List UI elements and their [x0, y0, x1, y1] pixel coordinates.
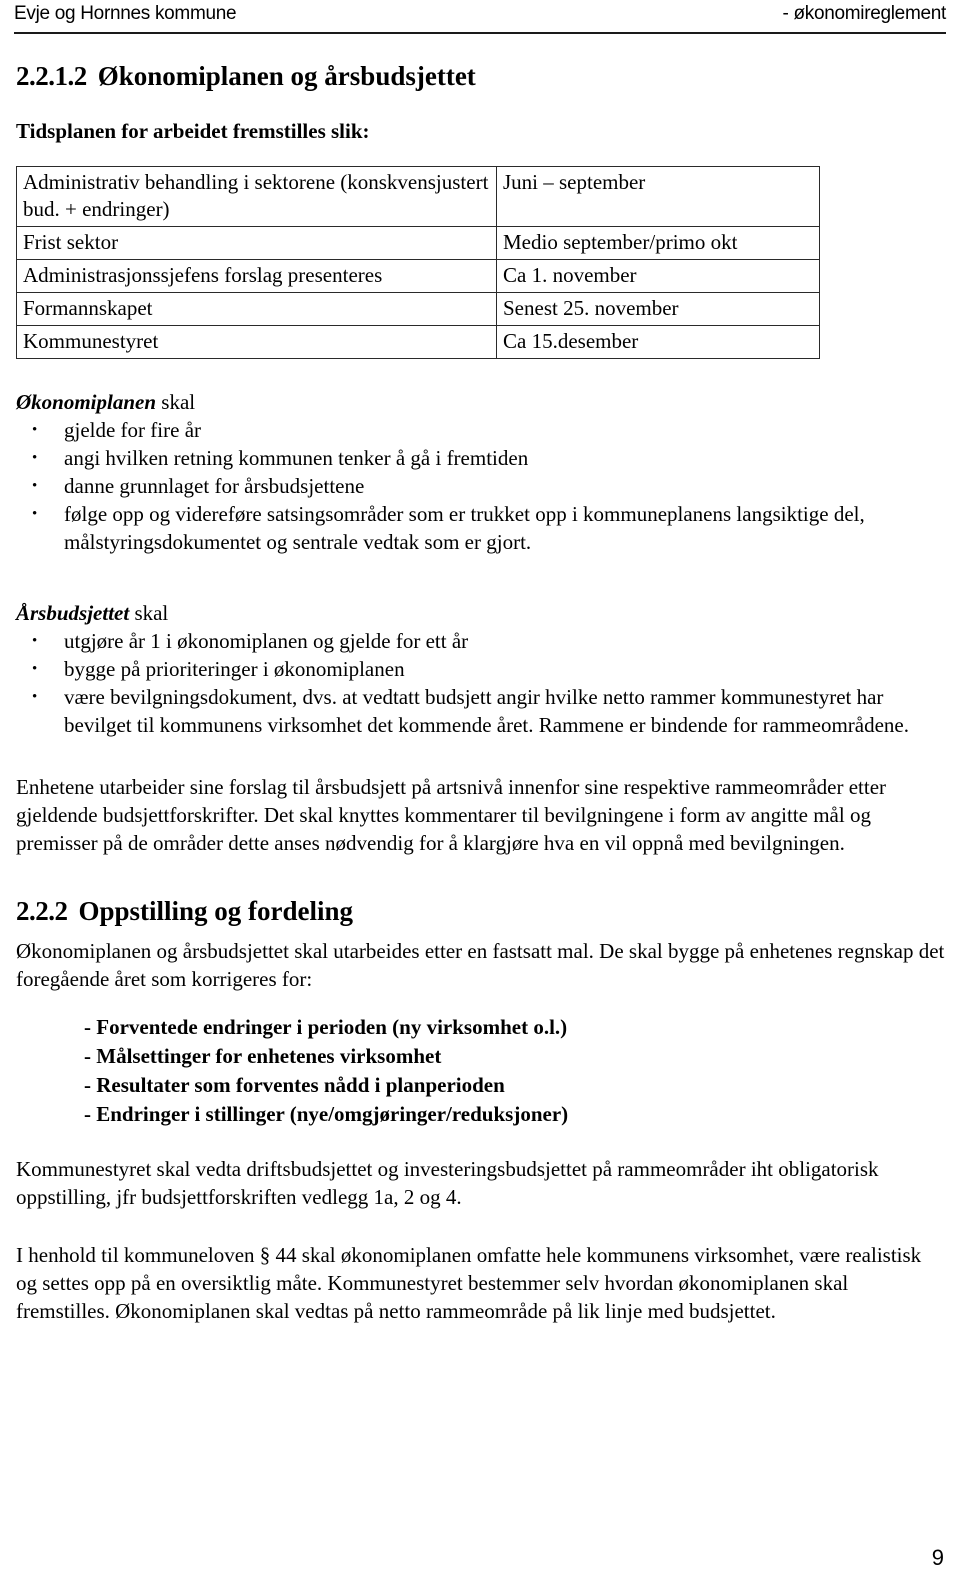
list-item: være bevilgningsdokument, dvs. at vedtat…: [16, 683, 946, 739]
table-row: Formannskapet Senest 25. november: [16, 292, 820, 326]
timetable-time: Senest 25. november: [496, 292, 820, 326]
okonomiplanen-emph: Økonomiplanen: [16, 390, 157, 414]
list-item: gjelde for fire år: [16, 416, 946, 444]
okonomiplanen-list-title: Økonomiplanen skal: [16, 389, 946, 416]
section-number: 2.2.1.2: [16, 61, 87, 91]
header-document-title: - økonomireglement: [782, 3, 946, 24]
timetable-time: Juni – september: [496, 166, 820, 227]
korrigeres-list: - Forventede endringer i perioden (ny vi…: [16, 1013, 946, 1129]
timetable-time: Ca 15.desember: [496, 325, 820, 359]
timetable-task: Frist sektor: [16, 226, 497, 260]
arsbudsjettet-rest: skal: [129, 601, 169, 625]
section-heading-222: 2.2.2 Oppstilling og fordeling: [16, 895, 946, 927]
list-item: angi hvilken retning kommunen tenker å g…: [16, 444, 946, 472]
document-header: Evje og Hornnes kommune - økonomiregleme…: [14, 2, 946, 34]
list-item: danne grunnlaget for årsbudsjettene: [16, 472, 946, 500]
timetable-task: Formannskapet: [16, 292, 497, 326]
timetable: Administrativ behandling i sektorene (ko…: [16, 166, 820, 359]
arsbudsjettet-list-title: Årsbudsjettet skal: [16, 600, 946, 627]
paragraph-henhold: I henhold til kommuneloven § 44 skal øko…: [16, 1243, 922, 1323]
timetable-task: Administrasjonssjefens forslag presenter…: [16, 259, 497, 293]
okonomiplanen-bullet-list: gjelde for fire år angi hvilken retning …: [16, 416, 946, 556]
section-title: Oppstilling og fordeling: [78, 896, 354, 926]
table-row: Frist sektor Medio september/primo okt: [16, 226, 820, 260]
list-item: - Endringer i stillinger (nye/omgjøringe…: [84, 1102, 569, 1126]
timetable-time: Ca 1. november: [496, 259, 820, 293]
list-item: - Resultater som forventes nådd i planpe…: [84, 1073, 505, 1097]
list-item: utgjøre år 1 i økonomiplanen og gjelde f…: [16, 627, 946, 655]
section-222-intro: Økonomiplanen og årsbudsjettet skal utar…: [16, 939, 945, 991]
table-row: Administrativ behandling i sektorene (ko…: [16, 166, 820, 227]
paragraph-enhetene: Enhetene utarbeider sine forslag til års…: [16, 775, 887, 855]
timetable-time: Medio september/primo okt: [496, 226, 820, 260]
section-number: 2.2.2: [16, 896, 68, 926]
timetable-task: Kommunestyret: [16, 325, 497, 359]
paragraph-kommunestyret: Kommunestyret skal vedta driftsbudsjette…: [16, 1157, 879, 1209]
page-number: 9: [931, 1545, 944, 1570]
document-page: Evje og Hornnes kommune - økonomiregleme…: [0, 0, 960, 1583]
section-title: Økonomiplanen og årsbudsjettet: [97, 61, 476, 91]
list-item: bygge på prioriteringer i økonomiplanen: [16, 655, 946, 683]
list-item: - Målsettinger for enhetenes virksomhet: [84, 1044, 442, 1068]
table-row: Kommunestyret Ca 15.desember: [16, 325, 820, 359]
list-item: - Forventede endringer i perioden (ny vi…: [84, 1015, 568, 1039]
list-item: følge opp og videreføre satsingsområder …: [16, 500, 946, 556]
arsbudsjettet-emph: Årsbudsjettet: [16, 601, 130, 625]
timetable-intro: Tidsplanen for arbeidet fremstilles slik…: [16, 119, 370, 143]
section-heading-2212: 2.2.1.2 Økonomiplanen og årsbudsjettet: [16, 60, 946, 92]
timetable-task: Administrativ behandling i sektorene (ko…: [16, 166, 497, 227]
table-row: Administrasjonssjefens forslag presenter…: [16, 259, 820, 293]
header-municipality-name: Evje og Hornnes kommune: [14, 3, 237, 24]
arsbudsjettet-bullet-list: utgjøre år 1 i økonomiplanen og gjelde f…: [16, 627, 946, 739]
document-content: 2.2.1.2 Økonomiplanen og årsbudsjettet Ti…: [16, 60, 946, 1325]
okonomiplanen-rest: skal: [156, 390, 196, 414]
